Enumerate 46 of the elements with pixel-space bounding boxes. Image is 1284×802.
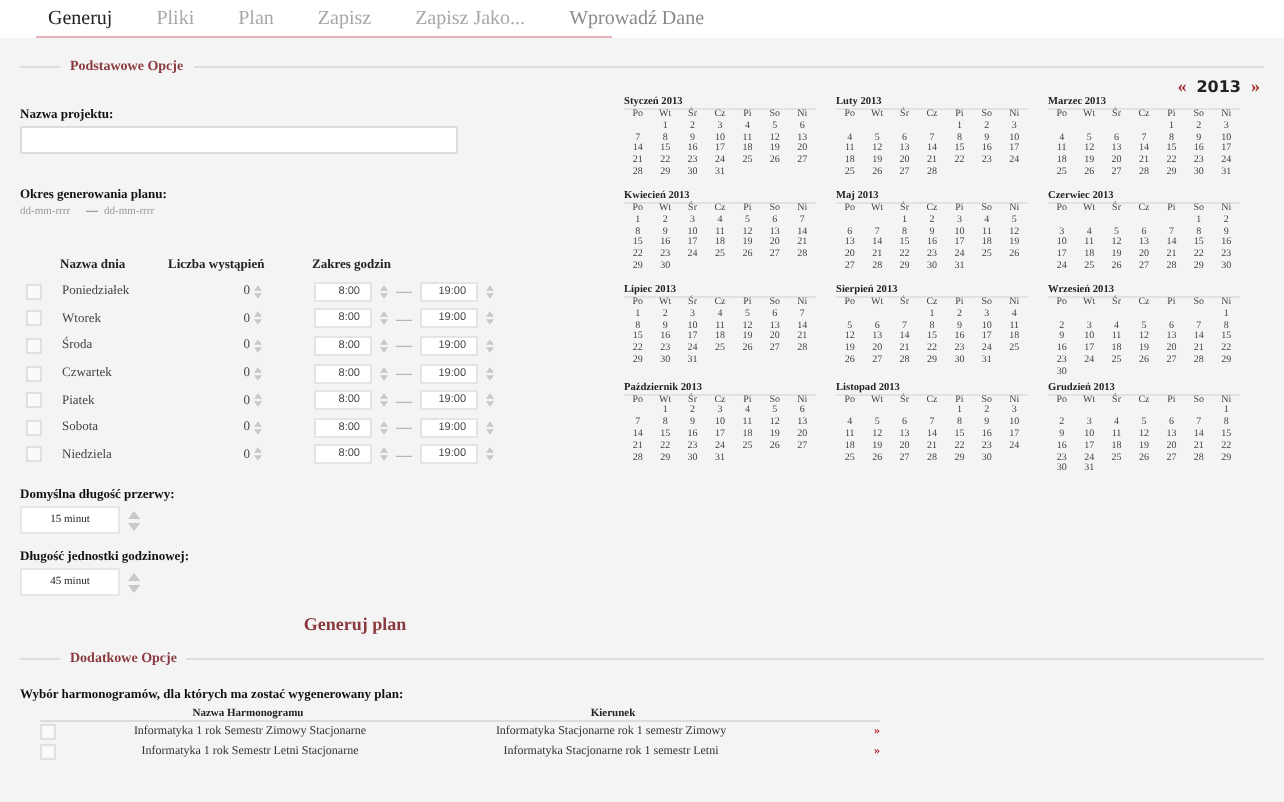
checkbox[interactable] xyxy=(26,337,42,354)
time-separator: — xyxy=(396,336,412,355)
checkbox[interactable] xyxy=(26,365,42,382)
spinner-icon[interactable] xyxy=(254,392,262,409)
time-separator: — xyxy=(396,364,412,383)
tab[interactable]: Wprowadź Dane xyxy=(569,7,705,29)
checkbox[interactable] xyxy=(26,283,42,300)
next-year-link[interactable]: » xyxy=(1251,76,1260,96)
spinner-icon[interactable] xyxy=(486,283,494,300)
time-separator: — xyxy=(396,309,412,328)
generate-button[interactable]: Generuj plan xyxy=(303,614,407,635)
checkbox[interactable] xyxy=(40,724,56,741)
time-separator: — xyxy=(396,391,412,410)
checkbox[interactable] xyxy=(26,310,42,327)
tab[interactable]: Generuj xyxy=(48,7,113,29)
time-separator: — xyxy=(396,418,412,437)
spinner-icon[interactable] xyxy=(128,509,140,532)
checkbox[interactable] xyxy=(26,392,42,409)
checkbox[interactable] xyxy=(40,744,56,761)
spinner-icon[interactable] xyxy=(254,365,262,382)
project-name-field[interactable] xyxy=(20,126,458,154)
spinner-icon[interactable] xyxy=(486,392,494,409)
spinner-icon[interactable] xyxy=(254,419,262,436)
checkbox[interactable] xyxy=(26,446,42,463)
spinner-icon[interactable] xyxy=(380,337,388,354)
spinner-icon[interactable] xyxy=(486,365,494,382)
checkbox[interactable] xyxy=(26,419,42,436)
spinner-icon[interactable] xyxy=(254,446,262,463)
spinner-icon[interactable] xyxy=(254,310,262,327)
spinner-icon[interactable] xyxy=(380,310,388,327)
spinner-icon[interactable] xyxy=(380,446,388,463)
spinner-icon[interactable] xyxy=(380,365,388,382)
time-separator: — xyxy=(396,445,412,464)
spinner-icon[interactable] xyxy=(254,337,262,354)
spinner-icon[interactable] xyxy=(380,419,388,436)
spinner-icon[interactable] xyxy=(486,419,494,436)
spinner-icon[interactable] xyxy=(380,392,388,409)
time-separator: — xyxy=(396,282,412,301)
year-label: 2013 xyxy=(1196,77,1241,95)
previous-year-link[interactable]: « xyxy=(1177,76,1187,96)
spinner-icon[interactable] xyxy=(128,571,140,594)
spinner-icon[interactable] xyxy=(254,283,262,300)
spinner-icon[interactable] xyxy=(486,337,494,354)
spinner-icon[interactable] xyxy=(486,310,494,327)
spinner-icon[interactable] xyxy=(486,446,494,463)
spinner-icon[interactable] xyxy=(380,283,388,300)
